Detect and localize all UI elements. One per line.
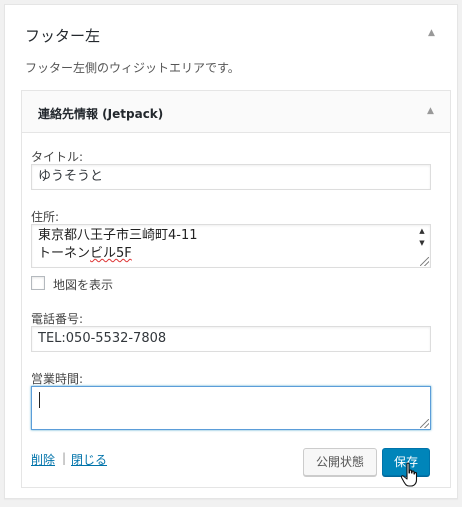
text-caret: [39, 392, 40, 408]
triangle-up-icon[interactable]: ▲: [427, 106, 434, 116]
triangle-up-icon[interactable]: ▲: [428, 28, 438, 38]
address-label: 住所:: [31, 210, 60, 224]
title-label: タイトル:: [31, 150, 84, 164]
show-map-label[interactable]: 地図を表示: [53, 276, 113, 293]
hours-textarea[interactable]: [31, 386, 431, 430]
sidebar-title[interactable]: フッター左: [25, 25, 100, 46]
phone-label: 電話番号:: [31, 312, 84, 326]
address-line-2a: トーネン: [38, 246, 91, 261]
address-line-2b: ビル5F: [90, 246, 132, 261]
address-textarea[interactable]: 東京都八王子市三崎町4-11 トーネンビル5F ▲ ▼: [31, 224, 431, 268]
hand-pointer-icon: [400, 462, 418, 487]
widget-title: 連絡先情報 (Jetpack): [38, 107, 164, 121]
address-text: 東京都八王子市三崎町4-11 トーネンビル5F: [38, 227, 198, 263]
hours-label: 営業時間:: [31, 372, 84, 386]
title-input[interactable]: ゆうそうと: [31, 164, 431, 190]
scroll-down-icon[interactable]: ▼: [416, 237, 428, 249]
widget-area-panel: フッター左 ▲ フッター左側のウィジットエリアです。 連絡先情報 (Jetpac…: [0, 0, 462, 507]
resize-handle-icon[interactable]: [420, 419, 429, 428]
close-link[interactable]: 閉じる: [71, 451, 107, 468]
scroll-up-icon[interactable]: ▲: [416, 225, 428, 237]
resize-handle-icon[interactable]: [420, 257, 429, 266]
show-map-checkbox[interactable]: [31, 276, 45, 290]
delete-link[interactable]: 削除: [31, 451, 55, 468]
link-separator: |: [62, 451, 67, 465]
phone-input[interactable]: TEL:050-5532-7808: [31, 326, 431, 352]
widget-header[interactable]: 連絡先情報 (Jetpack) ▲: [22, 91, 450, 133]
sidebar-description: フッター左側のウィジットエリアです。: [25, 61, 240, 75]
address-line-1: 東京都八王子市三崎町4-11: [38, 228, 198, 243]
visibility-button[interactable]: 公開状態: [303, 448, 377, 476]
